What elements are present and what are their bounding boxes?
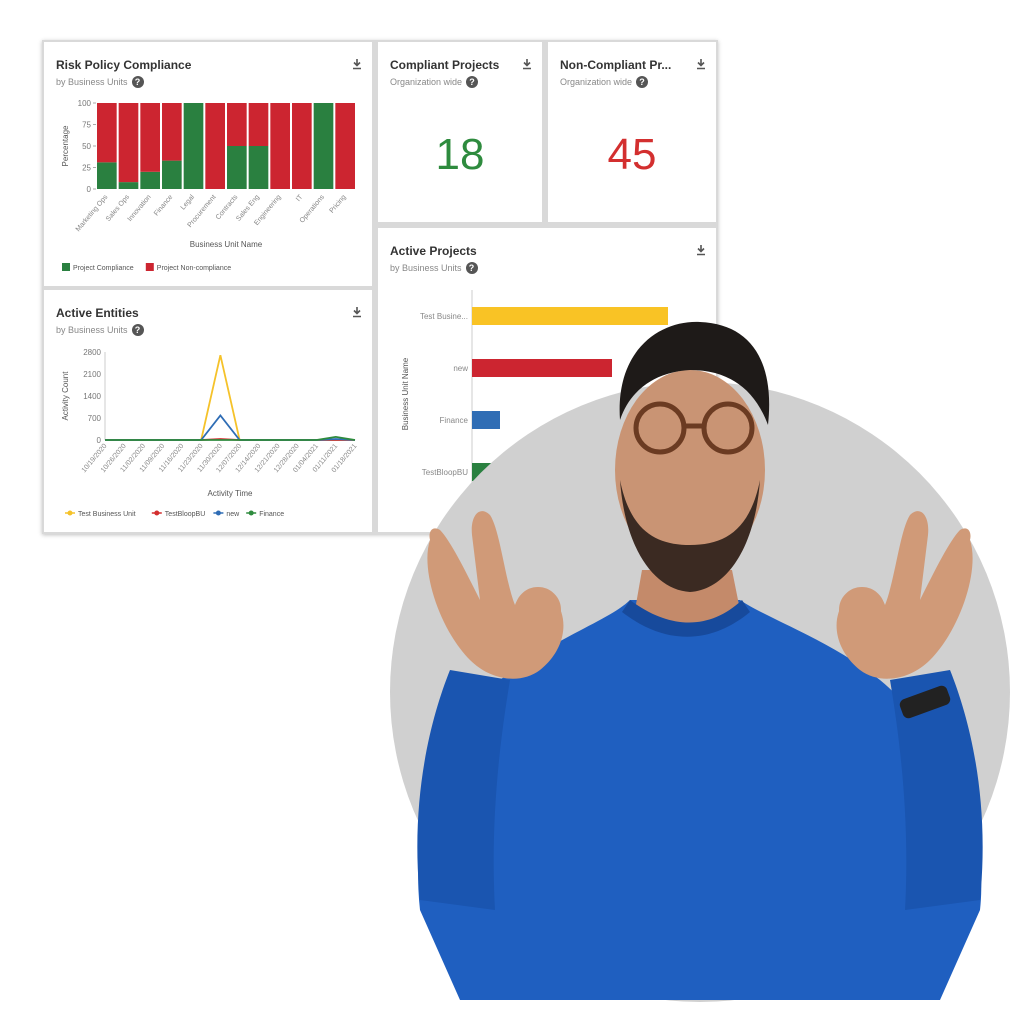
compliant-projects-card: Compliant Projects Organization wide ? 1… [378, 42, 542, 222]
risk-compliance-chart: 0255075100PercentageMarketing OpsSales O… [61, 99, 355, 272]
bar-segment [118, 103, 139, 183]
y-tick-label: 75 [82, 121, 91, 130]
bar-segment [118, 182, 139, 189]
risk-policy-card: Risk Policy Compliance by Business Units… [44, 42, 372, 286]
help-icon[interactable]: ? [466, 76, 479, 88]
y-axis-label: Percentage [61, 125, 70, 166]
subtitle-text: Organization wide [390, 77, 463, 87]
bar-segment [140, 103, 160, 172]
bar-segment [162, 160, 182, 189]
y-tick-label: 700 [88, 414, 102, 423]
y-tick-label: 0 [87, 185, 92, 194]
bar-segment [292, 103, 312, 189]
legend-label: Finance [259, 511, 284, 518]
person-photo [417, 321, 983, 1000]
noncompliant-count: 45 [607, 130, 657, 179]
bar-segment [313, 103, 334, 189]
help-icon[interactable]: ? [636, 76, 649, 88]
active-entities-chart: 0700140021002800Activity Count10/19/2020… [61, 348, 359, 518]
x-tick-label: Pricing [329, 194, 348, 215]
legend-swatch [62, 263, 70, 271]
legend-label: new [226, 511, 240, 518]
download-icon[interactable] [696, 58, 706, 70]
x-tick-label: Marketing Ops [75, 193, 110, 233]
y-tick-label: 0 [97, 436, 102, 445]
bar-segment [227, 146, 247, 189]
x-tick-label: IT [295, 193, 305, 203]
legend-label: Project Non-compliance [157, 265, 231, 272]
subtitle-text: Organization wide [560, 77, 633, 87]
left-hand [427, 511, 564, 679]
compliant-count: 18 [435, 130, 485, 179]
legend-label: Test Business Unit [78, 511, 136, 518]
right-hand [836, 511, 973, 679]
y-tick-label: 100 [78, 99, 92, 108]
bar-segment [227, 103, 247, 146]
noncompliant-projects-card: Non-Compliant Pr... Organization wide ? … [548, 42, 716, 222]
bar-segment [97, 103, 117, 163]
bar-segment [248, 146, 269, 189]
bar-segment [205, 103, 225, 189]
legend-label: TestBloopBU [165, 511, 205, 518]
bar-segment [270, 103, 290, 189]
bar-segment [183, 103, 204, 189]
bar-segment [162, 103, 182, 161]
x-axis-label: Activity Time [208, 489, 253, 498]
x-tick-label: Finance [153, 194, 174, 218]
x-axis-label: Business Unit Name [190, 240, 263, 249]
bar-segment [248, 103, 269, 146]
y-tick-label: 2100 [83, 370, 101, 379]
card-title: Non-Compliant Pr... [560, 58, 672, 72]
bar-segment [335, 103, 355, 189]
series-line [105, 435, 356, 441]
y-tick-label: 50 [82, 142, 91, 151]
active-entities-card: Active Entities by Business Units ? 0 700… [44, 290, 372, 532]
y-tick-label: 25 [82, 164, 91, 173]
card-subtitle: Organization wide ? [390, 76, 479, 88]
y-tick-label: 2800 [83, 348, 101, 357]
card-title: Compliant Projects [390, 58, 500, 72]
bar-segment [97, 162, 117, 189]
x-tick-label: Legal [180, 193, 197, 211]
legend-label: Project Compliance [73, 265, 134, 272]
legend-swatch [145, 263, 154, 271]
card-subtitle: Organization wide ? [560, 76, 649, 88]
y-tick-label: 1400 [83, 392, 101, 401]
download-icon[interactable] [522, 58, 532, 70]
series-line [105, 414, 356, 441]
bar-segment [140, 171, 160, 189]
y-axis-label: Activity Count [61, 371, 70, 421]
